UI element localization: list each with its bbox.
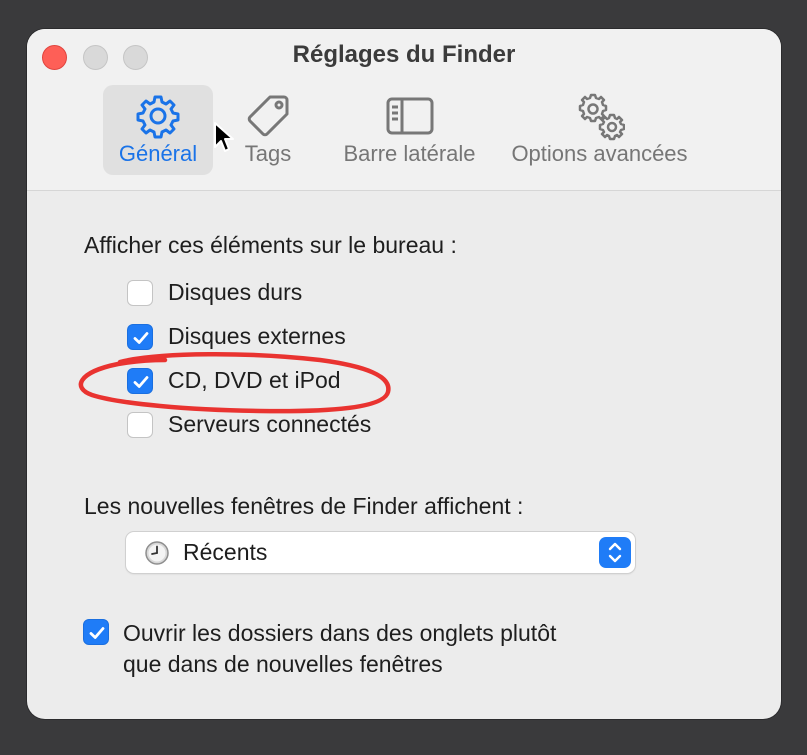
- window-title: Réglages du Finder: [292, 41, 516, 68]
- tab-advanced-label: Options avancées: [511, 141, 688, 166]
- chevron-up-down-icon: [608, 542, 622, 563]
- tag-icon: [247, 95, 289, 137]
- mouse-pointer-icon: [214, 122, 234, 152]
- checkmark-icon: [133, 376, 149, 388]
- connected-servers-label: Serveurs connectés: [168, 411, 372, 437]
- open-in-tabs-label-line2: que dans de nouvelles fenêtres: [123, 651, 443, 677]
- new-windows-value: Récents: [183, 539, 268, 565]
- checkmark-icon: [89, 627, 105, 639]
- desktop-items-label: Afficher ces éléments sur le bureau :: [84, 232, 457, 258]
- gears-icon: [578, 93, 625, 141]
- hard-disks-label: Disques durs: [168, 279, 303, 305]
- new-windows-label: Les nouvelles fenêtres de Finder affiche…: [84, 493, 524, 519]
- finder-settings-window: Réglages du Finder Général Tags Barre la…: [27, 29, 781, 719]
- cd-dvd-ipod-checkbox[interactable]: [127, 368, 153, 394]
- gear-icon: [136, 95, 180, 139]
- checkmark-icon: [133, 332, 149, 344]
- open-in-tabs-label-line1: Ouvrir les dossiers dans des onglets plu…: [123, 620, 557, 646]
- toolbar: Réglages du Finder Général Tags Barre la…: [27, 29, 781, 191]
- cd-dvd-ipod-label: CD, DVD et iPod: [168, 367, 341, 393]
- external-disks-checkbox[interactable]: [127, 324, 153, 350]
- tab-general-label: Général: [118, 141, 198, 166]
- tab-sidebar-label: Barre latérale: [343, 141, 476, 166]
- connected-servers-checkbox[interactable]: [127, 412, 153, 438]
- popup-stepper[interactable]: [599, 537, 631, 568]
- open-in-tabs-label: Ouvrir les dossiers dans des onglets plu…: [123, 618, 556, 680]
- tab-sidebar[interactable]: Barre latérale: [332, 85, 487, 175]
- tab-general[interactable]: Général: [103, 85, 213, 175]
- tab-advanced[interactable]: Options avancées: [502, 85, 697, 175]
- sidebar-icon: [386, 97, 433, 135]
- external-disks-label: Disques externes: [168, 323, 346, 349]
- hard-disks-checkbox[interactable]: [127, 280, 153, 306]
- clock-icon: [145, 541, 169, 565]
- open-in-tabs-checkbox[interactable]: [83, 619, 109, 645]
- new-windows-popup[interactable]: Récents: [126, 532, 635, 573]
